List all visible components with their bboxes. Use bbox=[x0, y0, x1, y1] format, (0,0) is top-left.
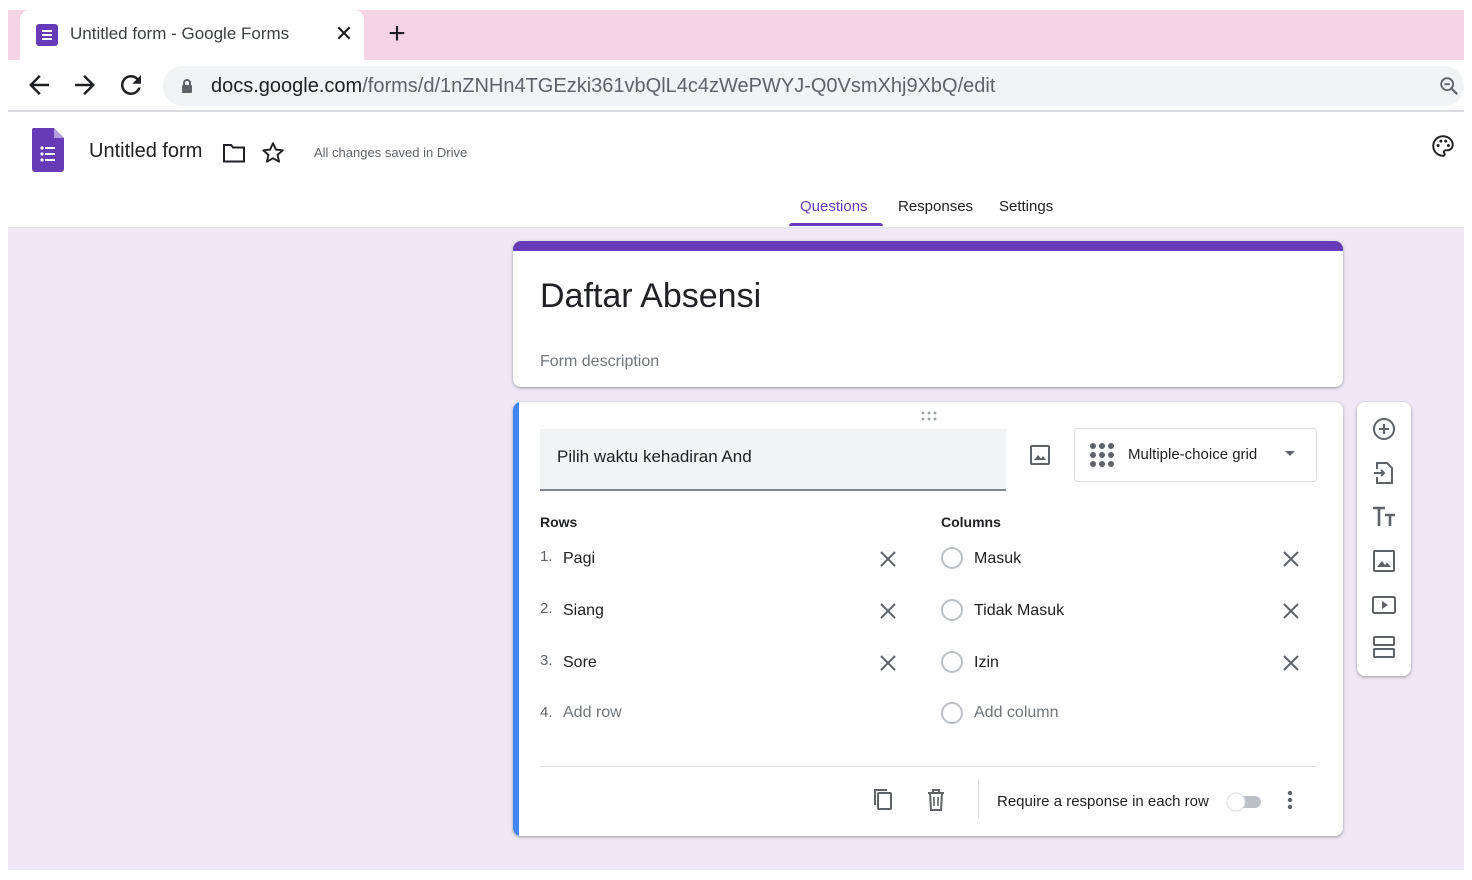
form-name[interactable]: Untitled form bbox=[89, 140, 202, 163]
add-image-icon[interactable] bbox=[1371, 548, 1397, 574]
lock-icon bbox=[182, 79, 192, 93]
import-question-icon[interactable] bbox=[1371, 460, 1397, 486]
add-section-icon[interactable] bbox=[1371, 634, 1397, 660]
add-circle-icon[interactable] bbox=[1371, 416, 1397, 442]
column-radio bbox=[941, 547, 963, 569]
row-number: 3. bbox=[540, 652, 553, 669]
form-title-card[interactable]: Daftar Absensi Form description bbox=[513, 241, 1343, 387]
row-number: 4. bbox=[540, 704, 553, 721]
image-icon[interactable] bbox=[1029, 444, 1051, 466]
remove-column-icon[interactable] bbox=[1281, 653, 1301, 673]
column-radio bbox=[941, 651, 963, 673]
zoom-icon[interactable] bbox=[1438, 75, 1460, 97]
row-option-input[interactable]: Siang bbox=[563, 602, 604, 620]
browser-toolbar: docs.google.com/forms/d/1nZNHn4TGEzki361… bbox=[8, 60, 1464, 112]
active-question-indicator bbox=[513, 402, 519, 836]
grid-icon bbox=[1090, 443, 1114, 467]
columns-heading: Columns bbox=[941, 514, 1001, 530]
form-description-field[interactable]: Form description bbox=[540, 353, 659, 371]
floating-toolbar bbox=[1357, 402, 1411, 676]
title-card-accent bbox=[513, 241, 1343, 251]
add-video-icon[interactable] bbox=[1371, 592, 1397, 618]
browser-tab[interactable]: Untitled form - Google Forms ✕ bbox=[20, 10, 364, 60]
title-text-icon[interactable] bbox=[1371, 504, 1397, 530]
google-forms-icon bbox=[36, 24, 58, 46]
drag-handle-icon[interactable] bbox=[919, 410, 939, 422]
column-radio bbox=[941, 599, 963, 621]
question-type-label: Multiple-choice grid bbox=[1128, 446, 1258, 463]
trash-icon[interactable] bbox=[925, 788, 947, 812]
remove-row-icon[interactable] bbox=[878, 601, 898, 621]
tab-responses[interactable]: Responses bbox=[898, 198, 973, 215]
close-icon[interactable]: ✕ bbox=[330, 20, 358, 48]
row-number: 1. bbox=[540, 548, 553, 565]
browser-tab-bar: Untitled form - Google Forms ✕ + bbox=[8, 10, 1464, 60]
column-radio bbox=[941, 702, 963, 724]
add-column-button[interactable]: Add column bbox=[974, 704, 1059, 722]
require-response-label: Require a response in each row bbox=[997, 793, 1209, 810]
folder-icon[interactable] bbox=[222, 142, 246, 164]
remove-column-icon[interactable] bbox=[1281, 549, 1301, 569]
row-option-input[interactable]: Sore bbox=[563, 654, 597, 672]
require-response-toggle[interactable] bbox=[1225, 792, 1263, 812]
row-option-input[interactable]: Pagi bbox=[563, 550, 595, 568]
form-title[interactable]: Daftar Absensi bbox=[540, 277, 761, 316]
url-path: /forms/d/1nZNHn4TGEzki361vbQlL4c4zWePWYJ… bbox=[362, 75, 996, 97]
more-vert-icon[interactable] bbox=[1285, 788, 1295, 812]
tab-settings[interactable]: Settings bbox=[999, 198, 1053, 215]
url-host: docs.google.com bbox=[211, 75, 363, 97]
google-forms-icon[interactable] bbox=[32, 128, 64, 172]
copy-icon[interactable] bbox=[872, 788, 894, 812]
star-icon[interactable] bbox=[260, 140, 286, 166]
rows-heading: Rows bbox=[540, 514, 578, 530]
question-title-input[interactable]: Pilih waktu kehadiran And bbox=[540, 429, 1006, 491]
address-bar[interactable]: docs.google.com/forms/d/1nZNHn4TGEzki361… bbox=[163, 66, 1464, 106]
reload-icon[interactable] bbox=[116, 70, 146, 100]
question-card[interactable]: Pilih waktu kehadiran And Multiple-choic… bbox=[513, 402, 1343, 836]
chevron-down-icon bbox=[1285, 451, 1295, 456]
plus-icon[interactable]: + bbox=[382, 18, 412, 50]
arrow-back-icon[interactable] bbox=[24, 70, 54, 100]
active-tab-indicator bbox=[789, 223, 883, 226]
arrow-forward-icon[interactable] bbox=[70, 70, 100, 100]
remove-row-icon[interactable] bbox=[878, 653, 898, 673]
forms-header: Untitled form All changes saved in Drive… bbox=[8, 114, 1464, 228]
tab-title: Untitled form - Google Forms bbox=[70, 24, 290, 43]
add-row-button[interactable]: Add row bbox=[563, 704, 622, 722]
row-number: 2. bbox=[540, 600, 553, 617]
column-option-input[interactable]: Tidak Masuk bbox=[974, 602, 1064, 620]
column-option-input[interactable]: Masuk bbox=[974, 550, 1021, 568]
palette-icon[interactable] bbox=[1430, 133, 1456, 159]
save-status: All changes saved in Drive bbox=[314, 145, 468, 160]
remove-column-icon[interactable] bbox=[1281, 601, 1301, 621]
divider bbox=[540, 766, 1317, 767]
url-text[interactable]: docs.google.com/forms/d/1nZNHn4TGEzki361… bbox=[211, 75, 995, 98]
column-option-input[interactable]: Izin bbox=[974, 654, 999, 672]
tab-questions[interactable]: Questions bbox=[800, 198, 868, 215]
divider bbox=[978, 780, 979, 818]
form-editor-canvas: Daftar Absensi Form description Pilih wa… bbox=[8, 228, 1464, 870]
question-type-dropdown[interactable]: Multiple-choice grid bbox=[1074, 428, 1317, 482]
remove-row-icon[interactable] bbox=[878, 549, 898, 569]
